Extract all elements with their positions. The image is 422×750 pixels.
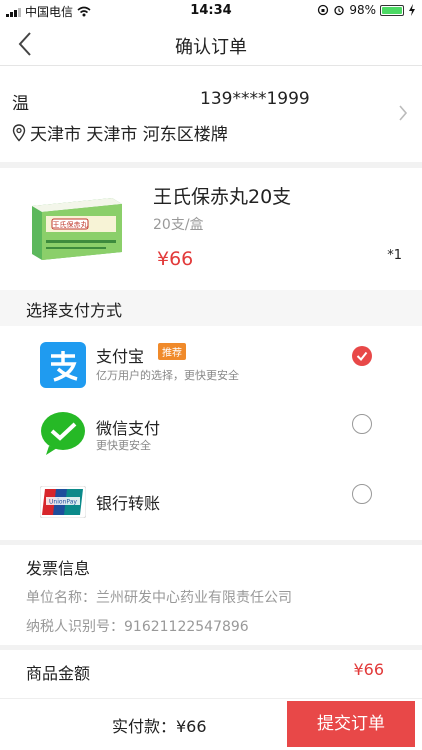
alipay-label: 支付宝 <box>96 347 145 366</box>
invoice-section: 发票信息 单位名称：兰州研发中心药业有限责任公司 纳税人识别号：91621122… <box>0 545 422 645</box>
wechat-description: 更快更安全 <box>96 439 151 452</box>
address-card[interactable]: 温 139****1999 天津市 天津市 河东区楼牌 <box>0 66 422 162</box>
page-title: 确认订单 <box>175 37 247 58</box>
charging-icon <box>409 4 415 16</box>
recommended-badge: 推荐 <box>158 343 186 360</box>
amount-row: 商品金额 ¥66 <box>0 650 422 690</box>
bottom-bar: 实付款：¥66 提交订单 <box>0 698 422 750</box>
product-box-label: 王氏保赤丸 <box>53 220 88 229</box>
recipient-phone: 139****1999 <box>200 89 310 109</box>
product-image: 王氏保赤丸 <box>32 198 122 260</box>
address-text: 天津市 天津市 河东区楼牌 <box>30 125 228 145</box>
amount-value: ¥66 <box>353 660 384 679</box>
invoice-tax-id: 纳税人识别号：91621122547896 <box>26 619 249 635</box>
product-item: 王氏保赤丸 王氏保赤丸20支 20支/盒 ¥66 *1 <box>0 168 422 288</box>
address-line: 天津市 天津市 河东区楼牌 <box>12 120 228 145</box>
location-pin-icon <box>12 123 26 142</box>
payment-option-alipay[interactable]: 支付宝 亿万用户的选择，更快更安全 <box>0 330 422 396</box>
product-price: ¥66 <box>157 248 194 270</box>
payment-option-bank[interactable]: UnionPay 银行转账 <box>0 466 422 532</box>
recipient-name: 温 <box>12 94 29 114</box>
nav-bar: 确认订单 <box>0 22 422 66</box>
checkmark-icon <box>356 351 368 362</box>
alarm-icon <box>334 5 344 16</box>
status-right: 98% <box>317 3 416 17</box>
wechat-radio[interactable] <box>352 414 372 434</box>
battery-percent: 98% <box>349 3 376 17</box>
payment-section-header: 选择支付方式 <box>0 290 422 326</box>
product-quantity: *1 <box>387 248 402 263</box>
bank-radio[interactable] <box>352 484 372 504</box>
alipay-icon <box>40 342 86 388</box>
rotation-lock-icon <box>318 4 329 16</box>
chevron-right-icon <box>399 105 408 121</box>
invoice-title: 发票信息 <box>26 559 91 578</box>
alipay-description: 亿万用户的选择，更快更安全 <box>96 369 239 382</box>
amount-label: 商品金额 <box>26 664 91 683</box>
payment-title: 选择支付方式 <box>26 301 123 320</box>
bank-transfer-label: 银行转账 <box>96 494 161 513</box>
status-bar: 中国电信 14:34 98% <box>0 0 422 22</box>
actual-payment: 实付款：¥66 <box>112 717 207 736</box>
svg-text:UnionPay: UnionPay <box>49 499 77 506</box>
product-name: 王氏保赤丸20支 <box>153 186 292 208</box>
battery-icon <box>380 4 404 16</box>
unionpay-icon: UnionPay <box>40 486 86 518</box>
invoice-company: 单位名称：兰州研发中心药业有限责任公司 <box>26 590 292 606</box>
alipay-radio-checked[interactable] <box>352 346 372 366</box>
payment-option-wechat[interactable]: 微信支付 更快更安全 <box>0 396 422 462</box>
wechat-pay-icon <box>41 412 85 455</box>
product-spec: 20支/盒 <box>153 217 204 233</box>
wechat-label: 微信支付 <box>96 419 161 438</box>
submit-order-button[interactable]: 提交订单 <box>287 701 415 747</box>
battery-fill <box>382 6 402 14</box>
